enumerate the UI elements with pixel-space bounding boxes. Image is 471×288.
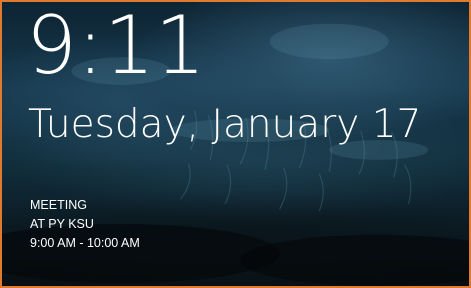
clock-time: 9:11 (26, 0, 206, 92)
event-time-range: 9:00 AM - 10:00 AM (30, 236, 140, 250)
event-title: MEETING (30, 198, 87, 212)
lock-screen[interactable]: 9:11 Tuesday, January 17 MEETING AT PY K… (0, 0, 471, 288)
calendar-event: MEETING AT PY KSU 9:00 AM - 10:00 AM (30, 196, 140, 253)
clock-date: Tuesday, January 17 (28, 102, 422, 147)
event-location: AT PY KSU (30, 217, 94, 231)
